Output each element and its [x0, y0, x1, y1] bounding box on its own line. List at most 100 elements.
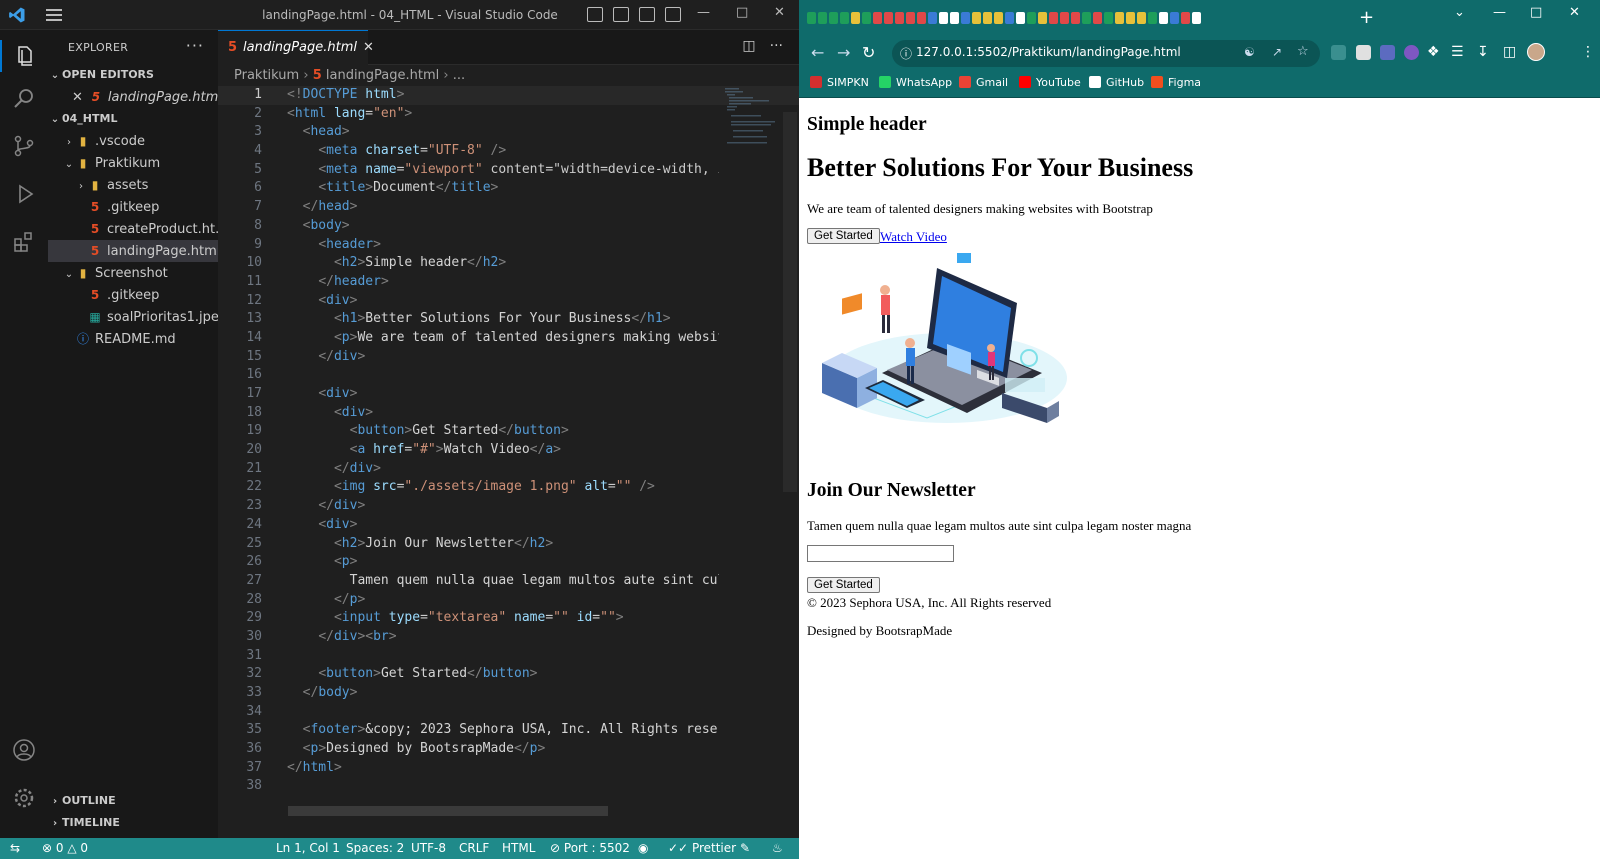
vertical-scrollbar[interactable]	[783, 112, 797, 492]
newsletter-input[interactable]	[807, 545, 954, 562]
tree-item[interactable]: 5 landingPage.html	[48, 240, 218, 262]
code-line[interactable]: 3 <head>	[218, 123, 799, 142]
pinned-tab-favicon[interactable]	[1060, 12, 1069, 24]
code-line[interactable]: 4 <meta charset="UTF-8" />	[218, 142, 799, 161]
pinned-tab-favicon[interactable]	[994, 12, 1003, 24]
explorer-icon[interactable]	[0, 40, 48, 72]
code-line[interactable]: 9 <header>	[218, 236, 799, 255]
pinned-tab-favicon[interactable]	[895, 12, 904, 24]
cursor-position[interactable]: Ln 1, Col 1	[276, 838, 340, 859]
indentation[interactable]: Spaces: 2	[346, 838, 404, 859]
code-line[interactable]: 22 <img src="./assets/image 1.png" alt="…	[218, 478, 799, 497]
prettier-status[interactable]: ✓✓ Prettier	[668, 838, 736, 859]
pinned-tab-favicon[interactable]	[1159, 12, 1168, 24]
code-line[interactable]: 38	[218, 777, 799, 796]
code-line[interactable]: 37 </html>	[218, 759, 799, 778]
code-line[interactable]: 6 <title>Document</title>	[218, 179, 799, 198]
pinned-tab-favicon[interactable]	[917, 12, 926, 24]
tree-item[interactable]: ⓘ README.md	[48, 328, 218, 350]
code-line[interactable]: 14 <p>We are team of talented designers …	[218, 329, 799, 348]
code-line[interactable]: 30 </div><br>	[218, 628, 799, 647]
minimap[interactable]	[723, 86, 783, 146]
kebab-menu-icon[interactable]: ⋮	[1581, 44, 1595, 60]
remote-icon[interactable]: ⇆	[10, 838, 20, 859]
bookmark-github[interactable]: GitHub	[1089, 76, 1144, 89]
close-icon[interactable]: ✕	[774, 5, 785, 20]
extension-icon[interactable]	[1380, 45, 1395, 60]
pinned-tab-favicon[interactable]	[972, 12, 981, 24]
pinned-tab-favicon[interactable]	[1126, 12, 1135, 24]
pinned-tab-favicon[interactable]	[1181, 12, 1190, 24]
code-line[interactable]: 31	[218, 647, 799, 666]
breadcrumb-file[interactable]: landingPage.html	[326, 68, 439, 83]
pinned-tab-favicon[interactable]	[818, 12, 827, 24]
code-line[interactable]: 23 </div>	[218, 497, 799, 516]
split-editor-icon[interactable]: ◫	[742, 38, 755, 54]
code-line[interactable]: 35 <footer>&copy; 2023 Sephora USA, Inc.…	[218, 721, 799, 740]
code-line[interactable]: 2 <html lang="en">	[218, 105, 799, 124]
tree-item[interactable]: ⌄ ▮ Screenshot	[48, 262, 218, 284]
code-line[interactable]: 11 </header>	[218, 273, 799, 292]
pinned-tab-favicon[interactable]	[862, 12, 871, 24]
notifications-bell-icon[interactable]: ♨	[772, 838, 783, 859]
tree-item[interactable]: ⌄ ▮ Praktikum	[48, 152, 218, 174]
code-line[interactable]: 34	[218, 703, 799, 722]
code-line[interactable]: 8 <body>	[218, 217, 799, 236]
share-icon[interactable]: ↗	[1272, 45, 1282, 59]
code-line[interactable]: 36 <p>Designed by BootsrapMade</p>	[218, 740, 799, 759]
extension-icon[interactable]	[1331, 45, 1346, 60]
code-line[interactable]: 16	[218, 366, 799, 385]
code-line[interactable]: 27 Tamen quem nulla quae legam multos au…	[218, 572, 799, 591]
breadcrumb-symbol[interactable]: ...	[453, 68, 465, 83]
address-bar[interactable]: ⓘ 127.0.0.1:5502/Praktikum/landingPage.h…	[892, 40, 1320, 67]
workspace-section[interactable]: ⌄ 04_HTML	[48, 108, 218, 130]
toggle-sidebar-icon[interactable]	[587, 7, 603, 22]
download-icon[interactable]: ↧	[1477, 44, 1489, 60]
outline-section[interactable]: › OUTLINE	[48, 790, 218, 812]
code-line[interactable]: 19 <button>Get Started</button>	[218, 422, 799, 441]
pinned-tab-favicon[interactable]	[928, 12, 937, 24]
toggle-panel-icon[interactable]	[613, 7, 629, 22]
breadcrumb-folder[interactable]: Praktikum	[234, 68, 299, 83]
back-arrow-icon[interactable]: ←	[811, 43, 824, 62]
pinned-tab-favicon[interactable]	[961, 12, 970, 24]
pinned-tab-favicon[interactable]	[1115, 12, 1124, 24]
bookmark-simpkn[interactable]: SIMPKN	[810, 76, 869, 89]
pinned-tab-favicon[interactable]	[1137, 12, 1146, 24]
minimize-icon[interactable]: —	[1493, 5, 1506, 20]
code-line[interactable]: 29 <input type="textarea" name="" id="">	[218, 609, 799, 628]
code-line[interactable]: 33 </body>	[218, 684, 799, 703]
encoding[interactable]: UTF-8	[411, 838, 446, 859]
search-icon[interactable]	[12, 86, 36, 110]
tab-search-chevron-icon[interactable]: ⌄	[1454, 5, 1465, 20]
pinned-tab-favicon[interactable]	[1170, 12, 1179, 24]
more-actions-icon[interactable]: ···	[186, 36, 204, 55]
pinned-tab-favicon[interactable]	[1192, 12, 1201, 24]
tree-item[interactable]: 5 createProduct.ht...	[48, 218, 218, 240]
pinned-tab-favicon[interactable]	[851, 12, 860, 24]
extensions-icon[interactable]	[12, 230, 36, 254]
open-editor-item[interactable]: ✕ 5 landingPage.html	[48, 86, 218, 108]
watch-video-link[interactable]: Watch Video	[880, 229, 947, 245]
code-line[interactable]: 26 <p>	[218, 553, 799, 572]
code-line[interactable]: 10 <h2>Simple header</h2>	[218, 254, 799, 273]
url-text[interactable]: 127.0.0.1:5502/Praktikum/landingPage.htm…	[916, 45, 1181, 59]
timeline-section[interactable]: › TIMELINE	[48, 812, 218, 834]
customize-layout-icon[interactable]	[665, 7, 681, 22]
code-line[interactable]: 25 <h2>Join Our Newsletter</h2>	[218, 535, 799, 554]
pinned-tab-favicon[interactable]	[807, 12, 816, 24]
bookmark-gmail[interactable]: Gmail	[959, 76, 1008, 89]
pinned-tab-favicon[interactable]	[1016, 12, 1025, 24]
close-editor-icon[interactable]: ✕	[72, 90, 83, 105]
bookmark-whatsapp[interactable]: WhatsApp	[879, 76, 952, 89]
code-line[interactable]: 18 <div>	[218, 404, 799, 423]
pinned-tab-favicon[interactable]	[829, 12, 838, 24]
pinned-tab-favicon[interactable]	[1071, 12, 1080, 24]
language-mode[interactable]: HTML	[502, 838, 535, 859]
code-editor[interactable]: 1 <!DOCTYPE html> 2 <html lang="en"> 3 <head…	[218, 86, 799, 816]
pinned-tab-favicon[interactable]	[1104, 12, 1113, 24]
side-panel-icon[interactable]: ◫	[1503, 44, 1516, 60]
open-editors-section[interactable]: ⌄ OPEN EDITORS	[48, 64, 218, 86]
pinned-tab-favicon[interactable]	[873, 12, 882, 24]
code-line[interactable]: 21 </div>	[218, 460, 799, 479]
